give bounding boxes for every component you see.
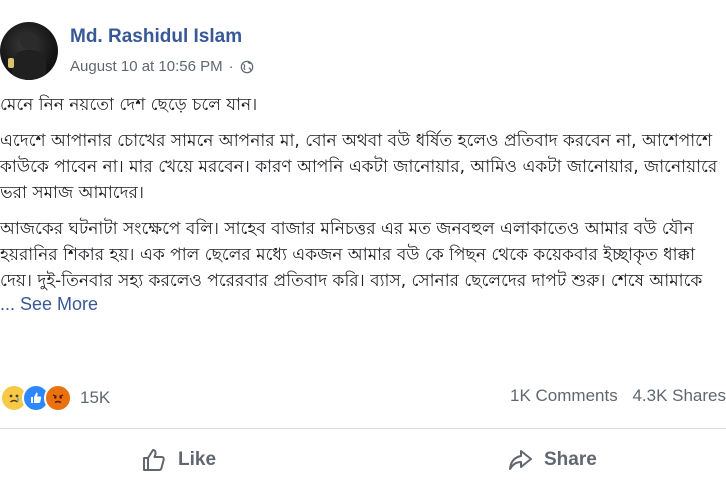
avatar-body-shape <box>12 50 46 80</box>
like-label: Like <box>178 449 217 470</box>
post-body: মেনে নিন নয়তো দেশ ছেড়ে চলে যান। এদেশে … <box>0 92 726 315</box>
thumbs-up-icon <box>143 449 165 471</box>
angry-reaction-icon <box>44 384 72 412</box>
facebook-post: Md. Rashidul Islam August 10 at 10:56 PM… <box>0 0 726 484</box>
action-bar: Like Share <box>0 440 726 480</box>
meta-separator: · <box>228 58 234 75</box>
post-header: Md. Rashidul Islam August 10 at 10:56 PM… <box>0 16 726 80</box>
share-button[interactable]: Share <box>506 440 597 480</box>
author-name[interactable]: Md. Rashidul Islam <box>70 26 242 48</box>
post-paragraph: এদেশে আপানার চোখের সামনে আপনার মা, বোন অ… <box>0 131 723 203</box>
divider <box>0 428 726 429</box>
avatar-light-shape <box>8 58 14 68</box>
reactions-summary[interactable]: 15K <box>0 384 110 412</box>
globe-icon[interactable] <box>240 60 254 74</box>
shares-count[interactable]: 4.3K Shares <box>632 386 726 405</box>
like-button[interactable]: Like <box>140 440 216 480</box>
post-timestamp[interactable]: August 10 at 10:56 PM <box>70 58 223 75</box>
share-label: Share <box>544 449 597 470</box>
share-arrow-icon <box>509 450 532 470</box>
comments-count[interactable]: 1K Comments <box>510 386 618 405</box>
comments-shares: 1K Comments 4.3K Shares <box>500 386 726 406</box>
post-paragraph: আজকের ঘটনাটা সংক্ষেপে বলি। সাহেব বাজার ম… <box>0 219 703 291</box>
avatar-head-shape <box>20 32 38 50</box>
post-paragraph: মেনে নিন নয়তো দেশ ছেড়ে চলে যান। <box>0 95 258 115</box>
post-stats: 15K 1K Comments 4.3K Shares <box>0 384 726 412</box>
post-meta: August 10 at 10:56 PM · <box>70 58 254 75</box>
reaction-count[interactable]: 15K <box>80 388 110 408</box>
avatar[interactable] <box>0 22 58 80</box>
see-more-link[interactable]: ... See More <box>0 294 726 315</box>
